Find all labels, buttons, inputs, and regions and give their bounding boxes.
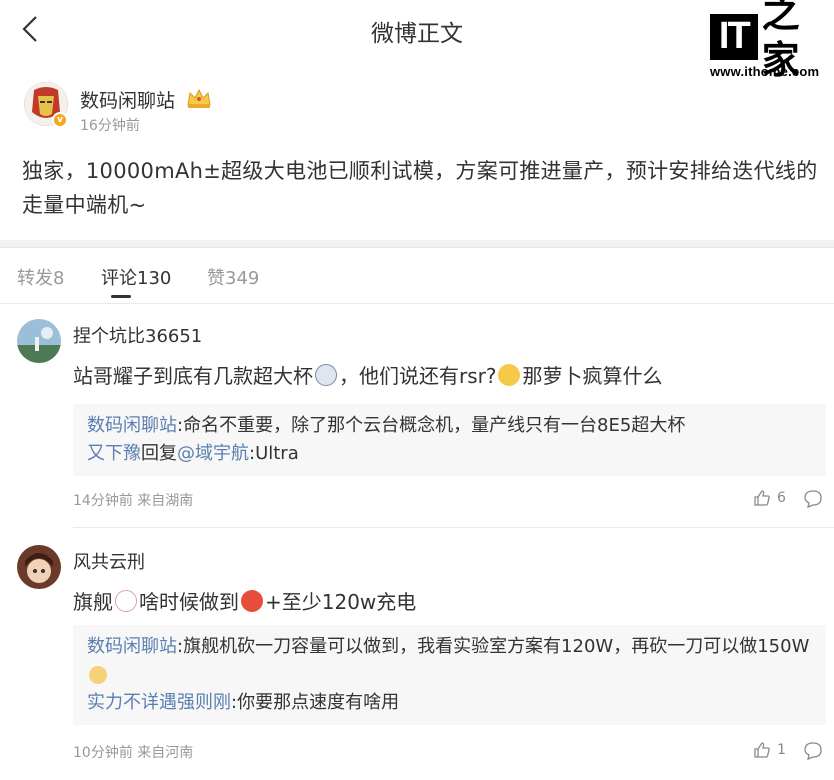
comment-meta: 14分钟前 来自湖南 [73,493,194,509]
page-title: 微博正文 [371,21,463,47]
like-button[interactable]: 6 [753,489,786,507]
thumbs-up-icon [754,490,770,506]
comment-text-part: 啥时候做到 [139,590,239,614]
comment-text-part: +至少120w充电 [265,590,417,614]
tabs-divider [0,303,834,304]
ithome-logo: IT 之家 www.ithome.com [710,0,824,84]
doge-emoji-icon [89,666,107,684]
post-time: 16分钟前 [80,118,140,134]
reply-box[interactable]: 数码闲聊站:旗舰机砍一刀容量可以做到，我看实验室方案有120W，再砍一刀可以做1… [73,625,826,725]
post-text: 独家，10000mAh±超级大电池已顺利试模，方案可推进量产，预计安排给迭代线的… [22,159,818,217]
like-count: 6 [777,490,786,506]
comment-text-part: ，他们说还有rsr? [339,364,497,388]
comment-reply-icon[interactable] [803,489,825,511]
post-author[interactable]: 数码闲聊站 [80,86,175,113]
tab-comments[interactable]: 评论130 [101,264,171,290]
reply-line: 数码闲聊站:旗舰机砍一刀容量可以做到，我看实验室方案有120W，再砍一刀可以做1… [87,633,812,689]
comment-author[interactable]: 捏个坑比36651 [73,322,202,348]
reply-author[interactable]: 实力不详遇强则刚 [87,692,231,713]
logo-url: www.ithome.com [710,64,820,79]
comment-avatar[interactable] [17,319,61,363]
reply-text: :命名不重要，除了那个云台概念机，量产线只有一台8E5超大杯 [177,415,686,436]
reply-line: 又下豫回复@域宇航:Ultra [87,440,812,468]
reply-box[interactable]: 数码闲聊站:命名不重要，除了那个云台概念机，量产线只有一台8E5超大杯 又下豫回… [73,404,826,476]
emoji-icon [315,363,337,386]
reply-text: :Ultra [249,443,299,464]
crown-icon [186,87,212,109]
laughing-emoji-icon [498,363,521,386]
like-count: 1 [777,742,786,758]
comment-author[interactable]: 风共云刑 [73,548,145,574]
reply-mid: 回复 [141,443,177,464]
top-nav-bar: 微博正文 [0,0,834,60]
reply-author[interactable]: 又下豫 [87,443,141,464]
angry-emoji-icon [241,589,263,612]
reply-line: 实力不详遇强则刚:你要那点速度有啥用 [87,689,812,717]
reply-author[interactable]: 数码闲聊站 [87,636,177,657]
comment-reply-icon[interactable] [803,741,825,763]
comment-avatar[interactable] [17,545,61,589]
thumbs-up-icon [754,742,770,758]
comment-text: 旗舰 啥时候做到 +至少120w充电 [73,586,416,615]
comment-text-part: 那萝卜疯算什么 [522,364,663,388]
tab-reposts[interactable]: 转发8 [17,264,64,290]
verified-badge-icon: v [52,112,68,128]
comment-text-part: 旗舰 [73,590,113,614]
comment-text: 站哥耀子到底有几款超大杯 ，他们说还有rsr? 那萝卜疯算什么 [73,360,662,389]
active-tab-indicator [111,295,131,298]
reply-mention[interactable]: @域宇航 [177,443,249,464]
chicken-emoji-icon [115,589,137,612]
reply-text: :你要那点速度有啥用 [231,692,400,713]
section-divider [0,240,834,248]
reply-line: 数码闲聊站:命名不重要，除了那个云台概念机，量产线只有一台8E5超大杯 [87,412,812,440]
reply-text: :旗舰机砍一刀容量可以做到，我看实验室方案有120W，再砍一刀可以做150W [177,636,810,657]
tab-likes[interactable]: 赞349 [207,264,259,290]
like-button[interactable]: 1 [753,741,786,759]
reply-author[interactable]: 数码闲聊站 [87,415,177,436]
comment-text-part: 站哥耀子到底有几款超大杯 [73,364,313,388]
comment-meta: 10分钟前 来自河南 [73,745,194,761]
comment-divider [73,527,834,528]
